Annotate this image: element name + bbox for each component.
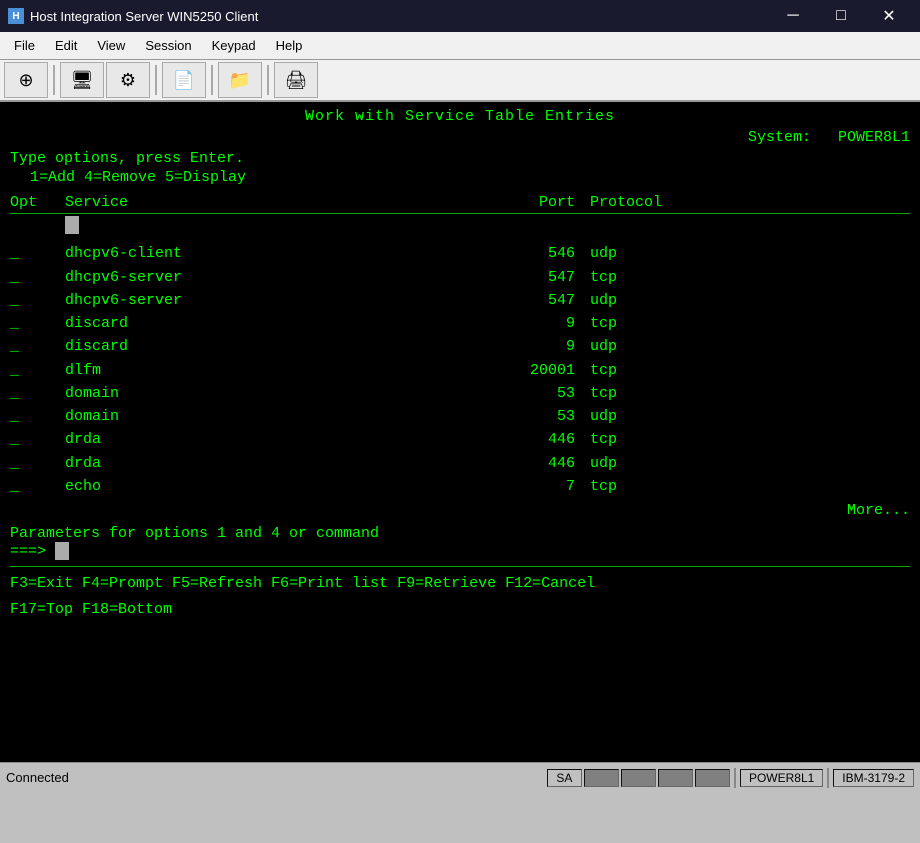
menu-file[interactable]: File [4, 34, 45, 57]
input-row [10, 216, 910, 242]
table-row: _ dhcpv6-client 546 udp [10, 242, 910, 265]
col-header-port: Port [495, 194, 575, 211]
table-row: _ domain 53 udp [10, 405, 910, 428]
window-title: Host Integration Server WIN5250 Client [30, 9, 770, 24]
col-header-protocol: Protocol [575, 194, 675, 211]
fkeys-divider [10, 566, 910, 567]
menu-view[interactable]: View [87, 34, 135, 57]
params-line: Parameters for options 1 and 4 or comman… [10, 525, 910, 542]
toolbar-btn-5[interactable]: 📁 [218, 62, 262, 98]
toolbar-sep-2 [155, 65, 157, 95]
cmd-arrow: ===> [10, 543, 46, 560]
row-opt-0: _ [10, 242, 65, 265]
column-headers: Opt Service Port Protocol [10, 194, 910, 214]
table-row: _ domain 53 tcp [10, 382, 910, 405]
toolbar-sep-1 [53, 65, 55, 95]
title-bar: H Host Integration Server WIN5250 Client… [0, 0, 920, 32]
menu-keypad[interactable]: Keypad [202, 34, 266, 57]
menu-help[interactable]: Help [266, 34, 313, 57]
table-row: _ drda 446 udp [10, 452, 910, 475]
toolbar-btn-2[interactable]: 🖥 [60, 62, 104, 98]
app-icon: H [8, 8, 24, 24]
status-bar: Connected SA POWER8L1 IBM-3179-2 [0, 762, 920, 792]
toolbar-sep-4 [267, 65, 269, 95]
row-port-0: 546 [495, 242, 575, 265]
fkeys-line2: F17=Top F18=Bottom [10, 597, 910, 623]
status-ind4 [658, 769, 693, 787]
table-row: _ dhcpv6-server 547 tcp [10, 266, 910, 289]
toolbar-btn-6[interactable]: 🖨 [274, 62, 318, 98]
toolbar: ⊕ 🖥 ⚙ 📄 📁 🖨 [0, 60, 920, 102]
command-prompt: ===> [10, 542, 910, 560]
more-indicator: More... [10, 502, 910, 519]
status-connected: Connected [6, 770, 547, 785]
options-line: 1=Add 4=Remove 5=Display [10, 169, 910, 186]
toolbar-sep-3 [211, 65, 213, 95]
terminal-screen[interactable]: Work with Service Table Entries System: … [0, 102, 920, 762]
screen-title: Work with Service Table Entries [10, 108, 910, 125]
status-sep2 [827, 768, 829, 788]
toolbar-btn-4[interactable]: 📄 [162, 62, 206, 98]
system-value: POWER8L1 [838, 129, 910, 146]
table-row: _ dlfm 20001 tcp [10, 359, 910, 382]
system-label: System: [748, 129, 811, 146]
status-sep [734, 768, 736, 788]
status-ind5 [695, 769, 730, 787]
close-button[interactable]: ✕ [866, 0, 912, 32]
cmd-cursor [55, 542, 69, 560]
title-bar-buttons: ─ □ ✕ [770, 0, 912, 32]
table-row: _ discard 9 tcp [10, 312, 910, 335]
table-row: _ drda 446 tcp [10, 428, 910, 451]
toolbar-btn-1[interactable]: ⊕ [4, 62, 48, 98]
cursor [65, 216, 79, 234]
input-opt [10, 218, 65, 241]
status-system: POWER8L1 [740, 769, 823, 787]
input-service [65, 216, 495, 242]
menu-session[interactable]: Session [135, 34, 201, 57]
maximize-button[interactable]: □ [818, 0, 864, 32]
status-sa: SA [547, 769, 582, 787]
col-header-opt: Opt [10, 194, 65, 211]
system-line: System: POWER8L1 [10, 129, 910, 146]
row-protocol-0: udp [575, 242, 675, 265]
menu-bar: File Edit View Session Keypad Help [0, 32, 920, 60]
status-emulation: IBM-3179-2 [833, 769, 914, 787]
status-ind3 [621, 769, 656, 787]
row-service-0: dhcpv6-client [65, 242, 495, 265]
instruction-line: Type options, press Enter. [10, 150, 910, 167]
table-row: _ dhcpv6-server 547 udp [10, 289, 910, 312]
toolbar-btn-3[interactable]: ⚙ [106, 62, 150, 98]
table-row: _ echo 7 tcp [10, 475, 910, 498]
menu-edit[interactable]: Edit [45, 34, 87, 57]
table-row: _ discard 9 udp [10, 335, 910, 358]
status-ind2 [584, 769, 619, 787]
col-header-service: Service [65, 194, 495, 211]
status-indicators: SA POWER8L1 IBM-3179-2 [547, 768, 914, 788]
fkeys-line1: F3=Exit F4=Prompt F5=Refresh F6=Print li… [10, 571, 910, 597]
minimize-button[interactable]: ─ [770, 0, 816, 32]
